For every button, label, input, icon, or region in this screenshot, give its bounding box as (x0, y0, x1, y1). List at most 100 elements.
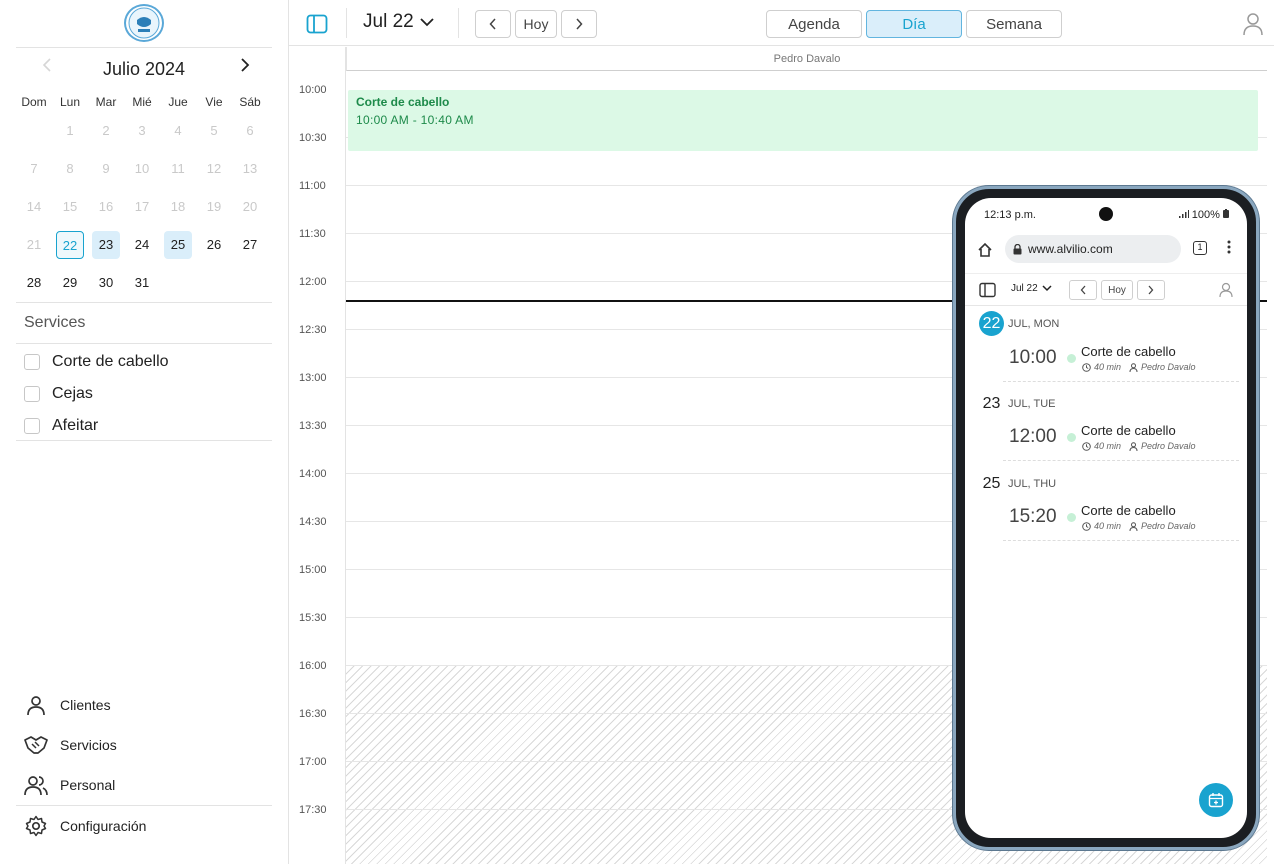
phone-account-button[interactable] (1219, 282, 1233, 303)
day-cell[interactable]: 4 (160, 117, 196, 145)
day-cell[interactable]: 18 (160, 193, 196, 221)
day-cell[interactable]: 17 (124, 193, 160, 221)
service-label: Cejas (52, 385, 93, 402)
camera-cutout (1099, 207, 1113, 221)
dow-label: Vie (205, 95, 223, 109)
day-cell[interactable]: 27 (232, 231, 268, 259)
divider (16, 47, 272, 48)
week-row: 28 29 30 31 (16, 264, 268, 302)
today-button[interactable]: Hoy (515, 10, 557, 38)
phone-sidebar-toggle[interactable] (979, 282, 996, 303)
view-agenda-button[interactable]: Agenda (766, 10, 862, 38)
dow-label: Mar (95, 95, 117, 109)
toolbar-divider (346, 8, 347, 38)
nav-label: Clientes (60, 697, 111, 713)
day-cell[interactable]: 6 (232, 117, 268, 145)
agenda-day-header: 23 JUL, TUE (979, 391, 1056, 416)
user-icon (1243, 13, 1263, 36)
toolbar-divider (458, 8, 459, 38)
next-day-button[interactable] (561, 10, 597, 38)
time-label: 17:00 (299, 756, 327, 768)
day-cell[interactable]: 9 (88, 155, 124, 183)
brand-logo[interactable] (124, 4, 164, 42)
nav-item-servicios[interactable]: Servicios (24, 725, 117, 765)
day-cell-empty (196, 268, 232, 299)
time-label: 15:30 (299, 612, 327, 624)
tabs-button[interactable]: 1 (1193, 241, 1207, 255)
phone-date-label: Jul 22 (1011, 283, 1038, 294)
clock-icon (1082, 362, 1091, 372)
agenda-day-label: JUL, MON (1008, 317, 1060, 330)
day-cell[interactable]: 14 (16, 193, 52, 221)
dow-label: Sáb (239, 95, 261, 109)
day-cell[interactable]: 21 (16, 231, 52, 259)
phone-prev-button[interactable] (1069, 280, 1097, 300)
day-cell[interactable]: 12 (196, 155, 232, 183)
sidebar-nav: Clientes Servicios Personal (24, 685, 117, 805)
home-button[interactable] (977, 242, 993, 263)
time-label: 14:30 (299, 516, 327, 528)
chevron-right-icon (241, 58, 250, 72)
next-month-button[interactable] (240, 58, 250, 77)
agenda-day-label: JUL, THU (1008, 477, 1057, 490)
user-icon (24, 693, 48, 717)
phone-next-button[interactable] (1137, 280, 1165, 300)
nav-item-clientes[interactable]: Clientes (24, 685, 117, 725)
week-row: 21 22 23 24 25 26 27 (16, 226, 268, 264)
home-icon (978, 242, 992, 257)
agenda-appointment[interactable]: 12:00 Corte de cabello 40 min Pedro Dava… (1003, 417, 1239, 461)
service-checkbox[interactable] (24, 418, 40, 434)
agenda-appointment[interactable]: 15:20 Corte de cabello 40 min Pedro Dava… (1003, 497, 1239, 541)
day-cell[interactable]: 10 (124, 155, 160, 183)
day-cell[interactable]: 28 (16, 269, 52, 297)
appointment-time: 12:00 (1009, 426, 1057, 447)
day-cell[interactable]: 24 (124, 231, 160, 259)
day-cell[interactable]: 2 (88, 117, 124, 145)
new-appointment-fab[interactable] (1199, 783, 1233, 817)
day-cell-today[interactable]: 22 (52, 231, 88, 259)
day-cell[interactable]: 13 (232, 155, 268, 183)
appointment-duration: 40 min (1094, 441, 1122, 451)
url-field[interactable]: www.alvilio.com (1005, 235, 1181, 263)
day-cell[interactable]: 8 (52, 155, 88, 183)
day-cell[interactable]: 31 (124, 269, 160, 297)
day-cell[interactable]: 29 (52, 269, 88, 297)
prev-day-button[interactable] (475, 10, 511, 38)
time-label: 10:00 (299, 84, 327, 96)
day-cell[interactable]: 3 (124, 117, 160, 145)
agenda-appointment[interactable]: 10:00 Corte de cabello 40 min Pedro Dava… (1003, 338, 1239, 382)
service-checkbox[interactable] (24, 354, 40, 370)
view-dia-button[interactable]: Día (866, 10, 962, 38)
day-cell[interactable]: 30 (88, 269, 124, 297)
service-checkbox[interactable] (24, 386, 40, 402)
toggle-sidebar-button[interactable] (306, 13, 328, 35)
phone-date-picker[interactable]: Jul 22 (1011, 283, 1052, 294)
service-filter-item[interactable]: Afeitar (24, 410, 169, 442)
date-picker-button[interactable]: Jul 22 (363, 11, 434, 33)
browser-menu-button[interactable] (1227, 240, 1231, 257)
day-cell[interactable]: 1 (52, 117, 88, 145)
nav-item-configuracion[interactable]: Configuración (24, 806, 146, 846)
service-filter-item[interactable]: Corte de cabello (24, 346, 169, 378)
time-label: 15:00 (299, 564, 327, 576)
phone-today-button[interactable]: Hoy (1101, 280, 1133, 300)
gear-icon (24, 814, 48, 838)
phone-screen: 12:13 p.m. 100% www.alvilio.com 1 Jul 22… (965, 198, 1247, 838)
lock-icon (1013, 243, 1022, 254)
appointment-event[interactable]: Corte de cabello 10:00 AM - 10:40 AM (348, 90, 1258, 151)
day-cell[interactable]: 5 (196, 117, 232, 145)
service-filter-item[interactable]: Cejas (24, 378, 169, 410)
day-cell[interactable]: 16 (88, 193, 124, 221)
day-cell[interactable]: 20 (232, 193, 268, 221)
day-cell[interactable]: 15 (52, 193, 88, 221)
day-cell[interactable]: 7 (16, 155, 52, 183)
view-semana-button[interactable]: Semana (966, 10, 1062, 38)
day-cell-with-appointment[interactable]: 25 (160, 231, 196, 259)
day-cell[interactable]: 26 (196, 231, 232, 259)
account-button[interactable] (1242, 12, 1264, 36)
day-cell[interactable]: 11 (160, 155, 196, 183)
appointment-name: Corte de cabello (1081, 423, 1176, 438)
day-cell[interactable]: 19 (196, 193, 232, 221)
day-cell-with-appointment[interactable]: 23 (88, 231, 124, 259)
nav-item-personal[interactable]: Personal (24, 765, 117, 805)
